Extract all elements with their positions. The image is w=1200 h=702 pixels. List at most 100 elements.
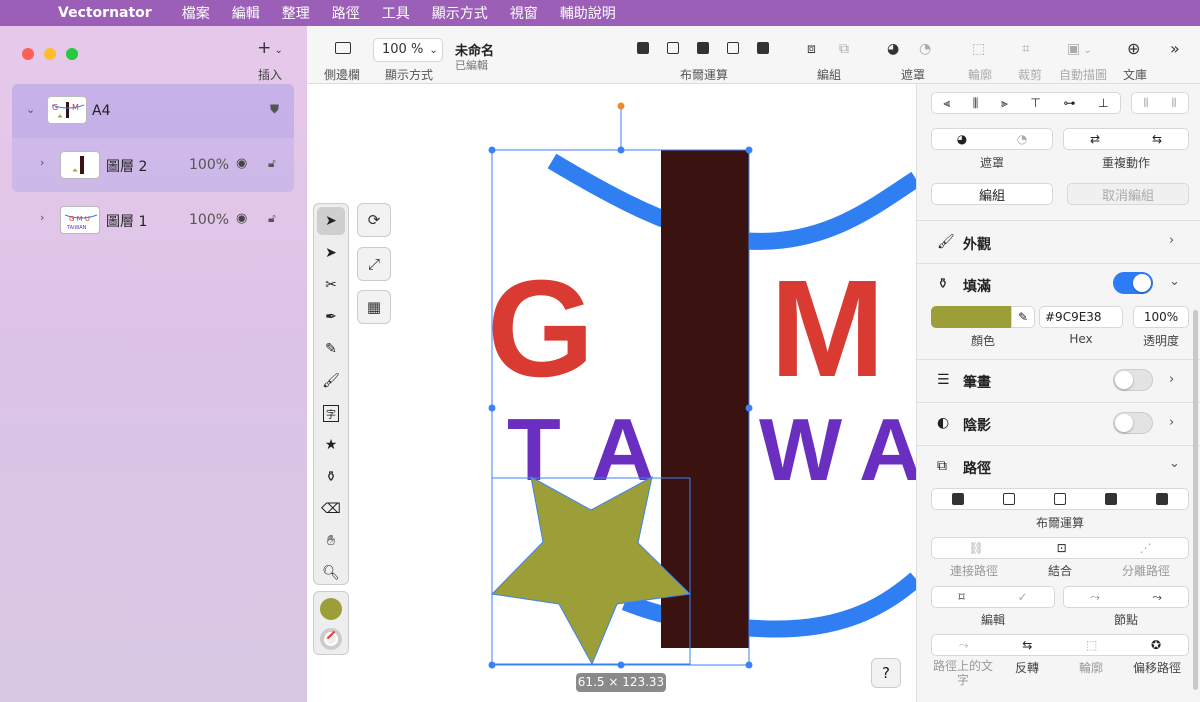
- library-button[interactable]: ⊕: [1127, 39, 1140, 58]
- node-tool[interactable]: ➤: [317, 239, 345, 267]
- letter-w[interactable]: W: [759, 400, 842, 499]
- check-icon[interactable]: ✓: [1017, 590, 1027, 604]
- intersect-icon[interactable]: [1053, 493, 1066, 505]
- stroke-color-swatch[interactable]: [320, 628, 342, 650]
- layer-row-1[interactable]: › G M U TAIWAN 圖層 1 100% ◉ 🔓︎: [12, 193, 294, 247]
- layer-row-a4[interactable]: ⌄ GM A4 ⛊: [12, 84, 294, 138]
- fill-toggle[interactable]: [1113, 272, 1153, 294]
- menu-edit[interactable]: 編輯: [232, 3, 260, 23]
- pen-tool[interactable]: ✒: [317, 303, 345, 331]
- selection-handle[interactable]: [617, 661, 625, 669]
- node-smooth-icon[interactable]: ⤳: [1090, 590, 1100, 605]
- group-button[interactable]: ⧈: [807, 41, 816, 57]
- layer-row-2[interactable]: › 圖層 2 100% ◉ 🔓︎: [12, 138, 294, 192]
- pencil-tool[interactable]: ✎: [317, 335, 345, 363]
- mask-icon[interactable]: ◕: [957, 132, 967, 146]
- divide-icon[interactable]: [1156, 493, 1169, 505]
- boolean-exclude-button[interactable]: [727, 42, 739, 58]
- close-window-button[interactable]: [22, 48, 34, 60]
- letter-g[interactable]: G: [487, 252, 594, 406]
- canvas[interactable]: G M T A W A: [307, 84, 916, 702]
- text-tool[interactable]: 字: [317, 399, 345, 427]
- transform-button[interactable]: ▦: [357, 290, 391, 324]
- outline-button[interactable]: ⬚: [972, 41, 985, 57]
- distribute-horizontal-icon[interactable]: ⫴: [1143, 96, 1148, 111]
- dark-rectangle[interactable]: [661, 150, 749, 648]
- chevron-right-icon[interactable]: ›: [1169, 233, 1174, 248]
- layer-1-opacity[interactable]: 100%: [189, 212, 229, 228]
- scale-button[interactable]: ⤢: [357, 247, 391, 281]
- edit-path-icon[interactable]: ⌑: [958, 590, 964, 604]
- insert-button[interactable]: + ⌄: [252, 38, 288, 58]
- stroke-toggle[interactable]: [1113, 369, 1153, 391]
- fill-tool[interactable]: ⚱: [317, 463, 345, 491]
- brush-tool[interactable]: 🖌︎: [317, 367, 345, 395]
- outline-icon[interactable]: ⬚: [1086, 638, 1097, 652]
- star-shape[interactable]: [490, 476, 692, 666]
- minimize-window-button[interactable]: [44, 48, 56, 60]
- selection-handle[interactable]: [617, 146, 625, 154]
- rotation-handle[interactable]: [617, 102, 625, 110]
- menu-view[interactable]: 顯示方式: [432, 3, 488, 23]
- menu-arrange[interactable]: 整理: [282, 3, 310, 23]
- offset-path-icon[interactable]: ✪: [1151, 638, 1161, 652]
- rotate-button[interactable]: ⟳: [357, 203, 391, 237]
- fill-color-swatch[interactable]: [320, 598, 342, 620]
- hand-tool[interactable]: ✋︎: [317, 527, 345, 555]
- text-on-path-icon[interactable]: ⤳: [959, 638, 969, 653]
- shadow-toggle[interactable]: [1113, 412, 1153, 434]
- hex-input[interactable]: #9C9E38: [1039, 306, 1123, 328]
- chevron-right-icon[interactable]: ›: [1169, 372, 1174, 387]
- selection-handle[interactable]: [488, 661, 496, 669]
- unmask-icon[interactable]: ◔: [1017, 132, 1027, 146]
- ungroup-button-inspector[interactable]: 取消編組: [1067, 183, 1189, 205]
- align-center-horizontal-icon[interactable]: ⫼: [973, 96, 979, 111]
- help-button[interactable]: ?: [871, 658, 901, 688]
- eyedropper-button[interactable]: ✎: [1011, 306, 1035, 328]
- layer-name-a4[interactable]: A4: [92, 103, 110, 119]
- chevron-down-icon[interactable]: ⌄: [26, 103, 35, 116]
- eraser-tool[interactable]: ⌫: [317, 495, 345, 523]
- chevron-down-icon[interactable]: ⌄: [1169, 456, 1180, 471]
- group-button-inspector[interactable]: 編組: [931, 183, 1053, 205]
- chevron-right-icon[interactable]: ›: [40, 156, 44, 169]
- selection-handle[interactable]: [745, 404, 753, 412]
- layer-name-1[interactable]: 圖層 1: [106, 211, 147, 231]
- ungroup-button[interactable]: ⧉: [839, 41, 849, 57]
- bookmark-icon[interactable]: ⛊: [270, 102, 279, 117]
- menu-window[interactable]: 視窗: [510, 3, 538, 23]
- letter-m[interactable]: M: [770, 252, 885, 406]
- subtract-icon[interactable]: [1002, 493, 1015, 505]
- unmask-button[interactable]: ◔: [919, 41, 931, 57]
- chevron-right-icon[interactable]: ›: [40, 211, 44, 224]
- selection-tool[interactable]: ➤: [317, 207, 345, 235]
- sidebar-toggle-button[interactable]: [335, 42, 351, 58]
- repeat-icon[interactable]: ⇄: [1090, 132, 1100, 146]
- appearance-section[interactable]: 🖌︎ 外觀 ›: [917, 220, 1200, 263]
- letter-a-2[interactable]: A: [859, 400, 916, 499]
- chevron-right-icon[interactable]: ›: [1169, 415, 1174, 430]
- layer-name-2[interactable]: 圖層 2: [106, 156, 147, 176]
- fill-color-swatch[interactable]: [931, 306, 1011, 328]
- eye-icon[interactable]: ◉: [236, 156, 247, 171]
- boolean-divide-button[interactable]: [757, 42, 769, 58]
- align-right-icon[interactable]: ⫸: [1001, 96, 1008, 111]
- zoom-dropdown[interactable]: 100 % ⌄: [373, 38, 443, 62]
- align-left-icon[interactable]: ⫷: [943, 96, 950, 111]
- zoom-window-button[interactable]: [66, 48, 78, 60]
- selection-handle[interactable]: [488, 146, 496, 154]
- inspector-scrollbar[interactable]: [1193, 310, 1198, 690]
- union-icon[interactable]: [951, 493, 964, 505]
- combine-icon[interactable]: ⊡: [1057, 541, 1067, 555]
- selection-handle[interactable]: [745, 661, 753, 669]
- unlock-icon[interactable]: 🔓︎: [268, 211, 276, 226]
- reverse-icon[interactable]: ⇆: [1022, 638, 1032, 652]
- boolean-union-button[interactable]: [637, 42, 649, 58]
- align-top-icon[interactable]: ⊤: [1030, 96, 1040, 110]
- distribute-vertical-icon[interactable]: ⫴: [1171, 96, 1176, 111]
- link-icon[interactable]: ⛓: [968, 541, 983, 555]
- node-corner-icon[interactable]: ⤳: [1152, 590, 1162, 605]
- shape-tool[interactable]: ★: [317, 431, 345, 459]
- menu-file[interactable]: 檔案: [182, 3, 210, 23]
- selection-handle[interactable]: [745, 146, 753, 154]
